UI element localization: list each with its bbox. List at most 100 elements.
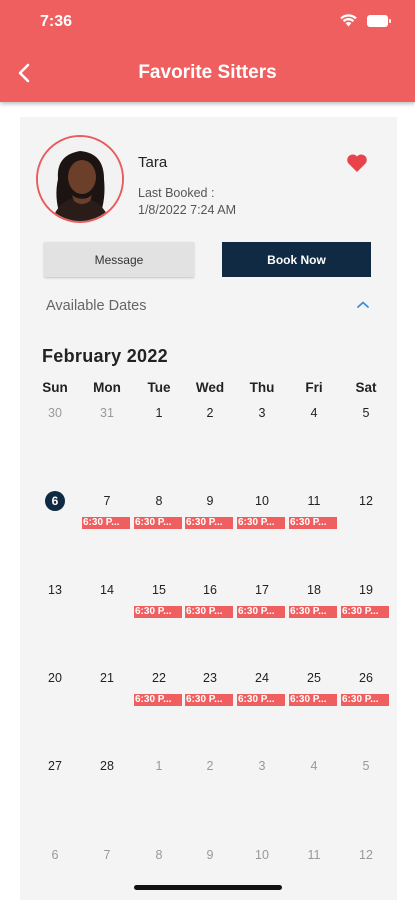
status-time: 7:36 [40,13,73,30]
day-number: 18 [307,582,321,597]
day-number: 1 [155,759,163,774]
day-number: 21 [100,670,114,685]
availability-slot[interactable]: 6:30 P... [237,693,285,706]
weekday-wed: Wed [195,380,225,395]
calendar-day-cell[interactable]: 3 [236,755,288,843]
calendar-day-cell[interactable]: 20 [29,667,81,755]
availability-slot[interactable]: 6:30 P... [134,517,182,530]
calendar-day-cell[interactable]: 6 [29,490,81,578]
available-dates-label: Available Dates [46,298,147,314]
availability-slot[interactable]: 6:30 P... [289,605,337,618]
day-number: 17 [255,582,269,597]
calendar-day-cell[interactable]: 2 [184,755,236,843]
calendar-day-cell[interactable]: 10 6:30 P... [236,490,288,578]
last-booked-label: Last Booked : [138,186,215,200]
weekday-sat: Sat [355,380,377,395]
calendar-day-cell[interactable]: 30 [29,402,81,490]
availability-slot[interactable]: 6:30 P... [341,693,389,706]
day-number: 5 [362,406,370,420]
calendar-day-cell[interactable]: 8 [133,844,185,900]
availability-slot[interactable]: 6:30 P... [134,693,182,706]
availability-slot[interactable]: 6:30 P... [134,605,182,618]
calendar-day-cell[interactable]: 19 6:30 P... [340,579,392,667]
calendar-day-cell[interactable]: 9 6:30 P... [184,490,236,578]
availability-slot[interactable]: 6:30 P... [185,517,233,530]
calendar-day-cell[interactable]: 12 [340,844,392,900]
calendar-day-cell[interactable]: 6 [29,844,81,900]
calendar-day-cell[interactable]: 16 6:30 P... [184,579,236,667]
calendar-day-cell[interactable]: 11 [288,844,340,900]
day-number: 11 [307,494,321,509]
weekday-thu: Thu [249,380,275,395]
sitter-name: Tara [138,154,168,171]
calendar-day-cell[interactable]: 11 6:30 P... [288,490,340,578]
availability-slot[interactable]: 6:30 P... [289,517,337,530]
availability-slot[interactable]: 6:30 P... [185,693,233,706]
chevron-up-icon[interactable] [354,299,372,311]
calendar-day-cell[interactable]: 25 6:30 P... [288,667,340,755]
day-number: 7 [103,847,111,862]
app-header: 7:36 Favorite Sitters [0,0,415,102]
heart-icon[interactable] [346,153,368,173]
message-button[interactable]: Message [44,242,194,277]
day-number: 2 [206,759,214,774]
day-number: 9 [206,847,214,862]
calendar-day-cell[interactable]: 9 [184,844,236,900]
calendar-day-cell[interactable]: 8 6:30 P... [133,490,185,578]
calendar-day-cell[interactable]: 26 6:30 P... [340,667,392,755]
calendar-day-cell[interactable]: 13 [29,579,81,667]
day-number: 3 [258,406,266,420]
avatar [36,135,124,223]
availability-slot[interactable]: 6:30 P... [237,517,285,530]
day-number: 15 [152,582,166,597]
home-indicator [134,885,282,890]
day-number: 11 [307,847,321,862]
calendar-day-cell[interactable]: 4 [288,402,340,490]
calendar-day-cell[interactable]: 7 [81,844,133,900]
calendar-month: February 2022 [42,346,168,366]
calendar-day-cell[interactable]: 22 6:30 P... [133,667,185,755]
calendar-day-cell[interactable]: 15 6:30 P... [133,579,185,667]
day-number: 26 [359,670,373,685]
day-number: 10 [255,847,269,862]
weekday-fri: Fri [305,380,323,395]
wifi-icon [340,14,357,27]
calendar-day-cell[interactable]: 1 [133,402,185,490]
availability-slot[interactable]: 6:30 P... [185,605,233,618]
calendar-day-cell[interactable]: 31 [81,402,133,490]
today-date: 6 [29,490,81,512]
calendar-day-cell[interactable]: 3 [236,402,288,490]
day-number: 31 [100,406,114,420]
calendar-day-cell[interactable]: 14 [81,579,133,667]
calendar-day-cell[interactable]: 2 [184,402,236,490]
avatar-photo [38,137,122,221]
day-number: 12 [359,494,373,509]
day-number: 20 [48,670,62,685]
calendar-day-cell[interactable]: 28 [81,755,133,843]
calendar-day-cell[interactable]: 1 [133,755,185,843]
day-number: 13 [48,582,62,597]
availability-slot[interactable]: 6:30 P... [289,693,337,706]
calendar-day-cell[interactable]: 10 [236,844,288,900]
book-now-button[interactable]: Book Now [222,242,371,277]
weekday-sun: Sun [42,380,68,395]
availability-slot[interactable]: 6:30 P... [341,605,389,618]
availability-slot[interactable]: 6:30 P... [82,517,130,530]
calendar-day-cell[interactable]: 17 6:30 P... [236,579,288,667]
calendar-day-cell[interactable]: 27 [29,755,81,843]
calendar-day-cell[interactable]: 18 6:30 P... [288,579,340,667]
calendar-day-cell[interactable]: 12 [340,490,392,578]
day-number: 1 [155,406,163,420]
day-number: 7 [103,494,111,509]
calendar-day-cell[interactable]: 23 6:30 P... [184,667,236,755]
sitter-card: Tara Last Booked : 1/8/2022 7:24 AM Mess… [20,117,397,900]
calendar-day-cell[interactable]: 7 6:30 P... [81,490,133,578]
availability-slot[interactable]: 6:30 P... [237,605,285,618]
calendar-day-cell[interactable]: 4 [288,755,340,843]
calendar-day-cell[interactable]: 21 [81,667,133,755]
day-number: 4 [310,759,318,774]
calendar-day-cell[interactable]: 24 6:30 P... [236,667,288,755]
calendar-day-cell[interactable]: 5 [340,402,392,490]
day-number: 3 [258,759,266,774]
calendar-day-cell[interactable]: 5 [340,755,392,843]
